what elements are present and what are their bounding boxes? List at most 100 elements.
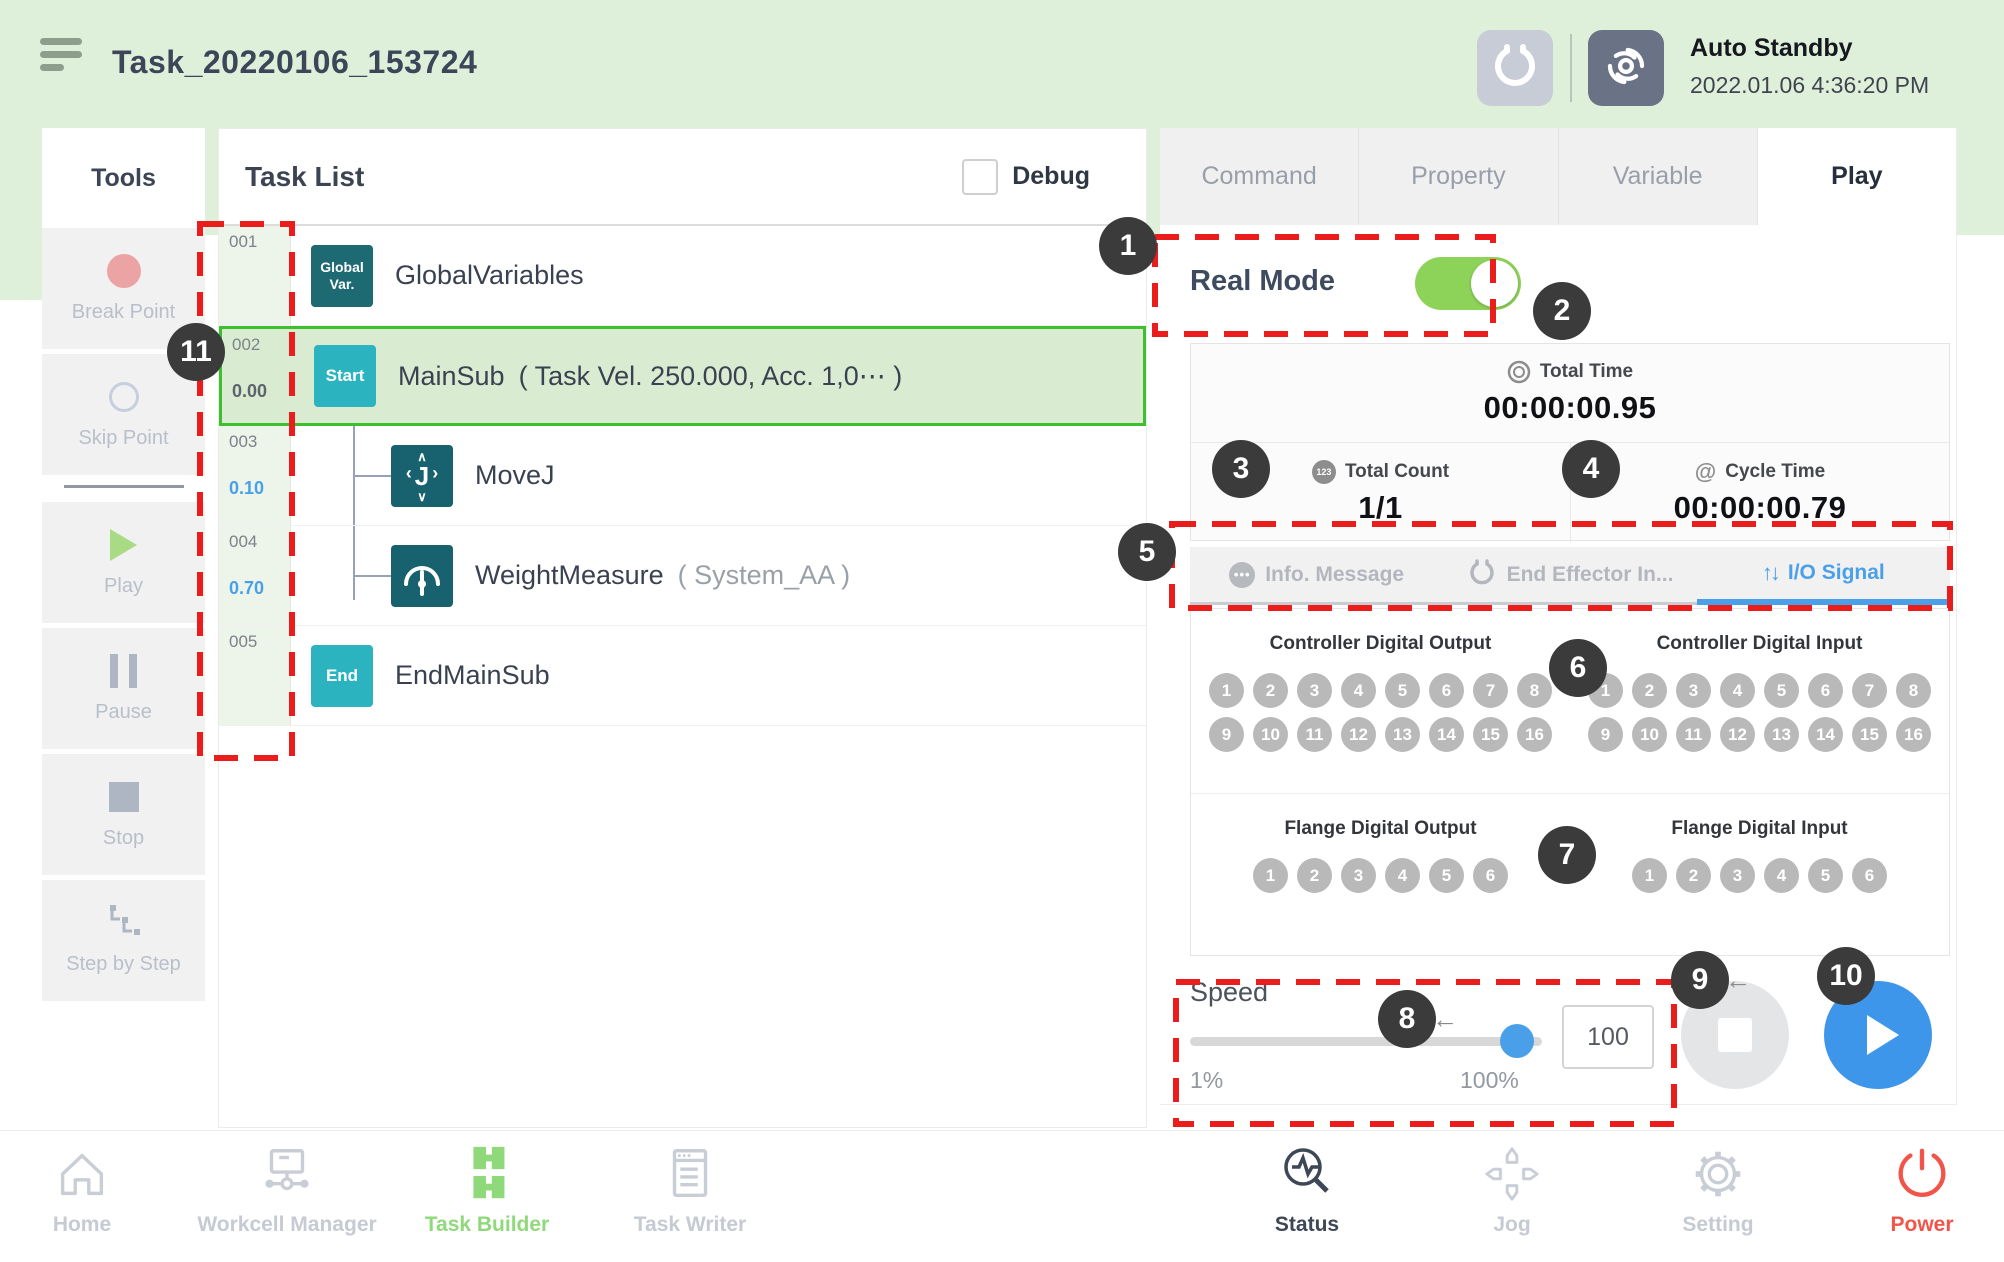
robot-state-button[interactable] — [1588, 30, 1664, 106]
io-indicator: 12 — [1720, 717, 1755, 752]
speed-slider-thumb[interactable] — [1500, 1024, 1534, 1058]
io-indicator: 9 — [1209, 717, 1244, 752]
speed-slider[interactable] — [1190, 1037, 1542, 1046]
debug-toggle[interactable]: Debug — [962, 159, 1090, 195]
task-row-title: EndMainSub — [395, 660, 550, 691]
stop-tool-button[interactable]: Stop — [42, 754, 205, 875]
power-icon — [1891, 1139, 1953, 1205]
cycle-time-label-row: @ Cycle Time — [1695, 460, 1825, 484]
tab-property[interactable]: Property — [1359, 128, 1558, 225]
io-indicator: 11 — [1297, 717, 1332, 752]
io-indicator: 6 — [1808, 673, 1843, 708]
task-list-title: Task List — [245, 161, 364, 193]
task-row-mainsub-selected[interactable]: 002 0.00 Start MainSub ( Task Vel. 250.0… — [219, 326, 1146, 426]
jog-icon — [1481, 1139, 1543, 1205]
nav-jog[interactable]: Jog — [1392, 1139, 1632, 1237]
speed-max-label: 100% — [1460, 1067, 1519, 1094]
io-indicator: 2 — [1632, 673, 1667, 708]
setting-icon — [1687, 1139, 1749, 1205]
annotation-badge-6: 6 — [1549, 639, 1607, 697]
tab-play[interactable]: Play — [1758, 128, 1956, 225]
io-indicator: 5 — [1429, 858, 1464, 893]
io-indicator: 7 — [1473, 673, 1508, 708]
subtab-io-signal[interactable]: ↑↓ I/O Signal — [1697, 547, 1950, 605]
nav-power[interactable]: Power — [1802, 1139, 2004, 1237]
task-row-title: WeightMeasure — [475, 560, 664, 591]
task-row-globalvariables[interactable]: 001 GlobalVar. GlobalVariables — [219, 226, 1146, 326]
io-indicator: 7 — [1852, 673, 1887, 708]
task-writer-icon — [659, 1139, 721, 1205]
skip-point-icon — [109, 379, 139, 415]
weight-measure-icon — [391, 545, 453, 607]
tools-panel: Tools Break Point Skip Point Play Pause … — [42, 128, 205, 1006]
io-indicator: 1 — [1632, 858, 1667, 893]
state-swirl-icon — [1599, 39, 1653, 98]
annotation-arrow: ← — [1725, 965, 1751, 996]
toggle-knob — [1471, 260, 1518, 307]
total-time-value: 00:00:00.95 — [1484, 390, 1657, 426]
play-tool-button[interactable]: Play — [42, 502, 205, 623]
monitor-subtabs: ••• Info. Message End Effector In... ↑↓ … — [1190, 547, 1950, 605]
real-mode-toggle[interactable] — [1415, 257, 1521, 310]
task-row-endmainsub[interactable]: 005 End EndMainSub — [219, 626, 1146, 726]
tab-variable[interactable]: Variable — [1559, 128, 1758, 225]
io-indicator: 15 — [1852, 717, 1887, 752]
task-row-title: MainSub — [398, 361, 505, 392]
page-title: Task_20220106_153724 — [112, 44, 477, 81]
annotation-badge-4: 4 — [1562, 440, 1620, 498]
header-divider — [1570, 34, 1572, 102]
info-message-icon: ••• — [1229, 562, 1255, 588]
flange-output-title: Flange Digital Output — [1284, 818, 1476, 840]
task-row-params: ( Task Vel. 250.000, Acc. 1,0⋯ ) — [519, 361, 903, 392]
line-number-cell: 005 — [219, 626, 291, 725]
annotation-badge-11: 11 — [167, 323, 225, 381]
task-row-title: GlobalVariables — [395, 260, 584, 291]
robot-status-label: Auto Standby — [1690, 34, 1853, 63]
subtab-end-effector[interactable]: End Effector In... — [1443, 547, 1696, 602]
speed-min-label: 1% — [1190, 1067, 1223, 1094]
annotation-badge-7: 7 — [1538, 826, 1596, 884]
step-by-step-button[interactable]: Step by Step — [42, 880, 205, 1001]
line-number-cell: 004 0.70 — [219, 526, 291, 625]
task-row-params: ( System_AA ) — [678, 560, 851, 591]
home-icon — [51, 1139, 113, 1205]
movej-icon: ∧ ‹J› ∨ — [391, 445, 453, 507]
debug-label: Debug — [1012, 162, 1090, 191]
cycle-icon: @ — [1695, 460, 1716, 484]
stop-icon — [109, 779, 139, 815]
end-effector-status-button[interactable] — [1477, 30, 1553, 106]
speed-value-input[interactable]: 100 — [1562, 1005, 1654, 1069]
nav-task-writer[interactable]: Task Writer — [570, 1139, 810, 1237]
controller-output-grid: 12345678910111213141516 — [1201, 673, 1561, 752]
io-indicator: 3 — [1720, 858, 1755, 893]
io-indicator: 4 — [1385, 858, 1420, 893]
io-indicator: 2 — [1676, 858, 1711, 893]
tree-connector — [353, 575, 391, 577]
task-row-weightmeasure[interactable]: 004 0.70 WeightMeasure ( System_AA ) — [219, 526, 1146, 626]
tab-command[interactable]: Command — [1160, 128, 1359, 225]
io-indicator: 2 — [1297, 858, 1332, 893]
flange-output-grid: 123456 — [1201, 858, 1561, 893]
io-indicator: 10 — [1632, 717, 1667, 752]
debug-checkbox[interactable] — [962, 159, 998, 195]
io-indicator: 16 — [1896, 717, 1931, 752]
flange-input-grid: 123456 — [1580, 858, 1940, 893]
run-stats-box: Total Time 00:00:00.95 123 Total Count 1… — [1190, 343, 1950, 541]
subtab-info-message[interactable]: ••• Info. Message — [1190, 547, 1443, 602]
annotation-badge-5: 5 — [1118, 523, 1176, 581]
annotation-badge-2: 2 — [1533, 282, 1591, 340]
start-icon: Start — [314, 345, 376, 407]
io-indicator: 6 — [1429, 673, 1464, 708]
workcell-manager-icon — [256, 1139, 318, 1205]
task-row-movej[interactable]: 003 0.10 ∧ ‹J› ∨ MoveJ — [219, 426, 1146, 526]
io-indicator: 12 — [1341, 717, 1376, 752]
break-point-icon — [107, 253, 141, 289]
io-indicator: 16 — [1517, 717, 1552, 752]
clock-icon — [1507, 360, 1531, 384]
real-mode-label: Real Mode — [1190, 265, 1335, 298]
nav-status[interactable]: Status — [1187, 1139, 1427, 1237]
menu-hamburger-icon[interactable] — [40, 38, 86, 78]
io-indicator: 5 — [1808, 858, 1843, 893]
pause-tool-button[interactable]: Pause — [42, 628, 205, 749]
task-builder-icon — [456, 1139, 518, 1205]
